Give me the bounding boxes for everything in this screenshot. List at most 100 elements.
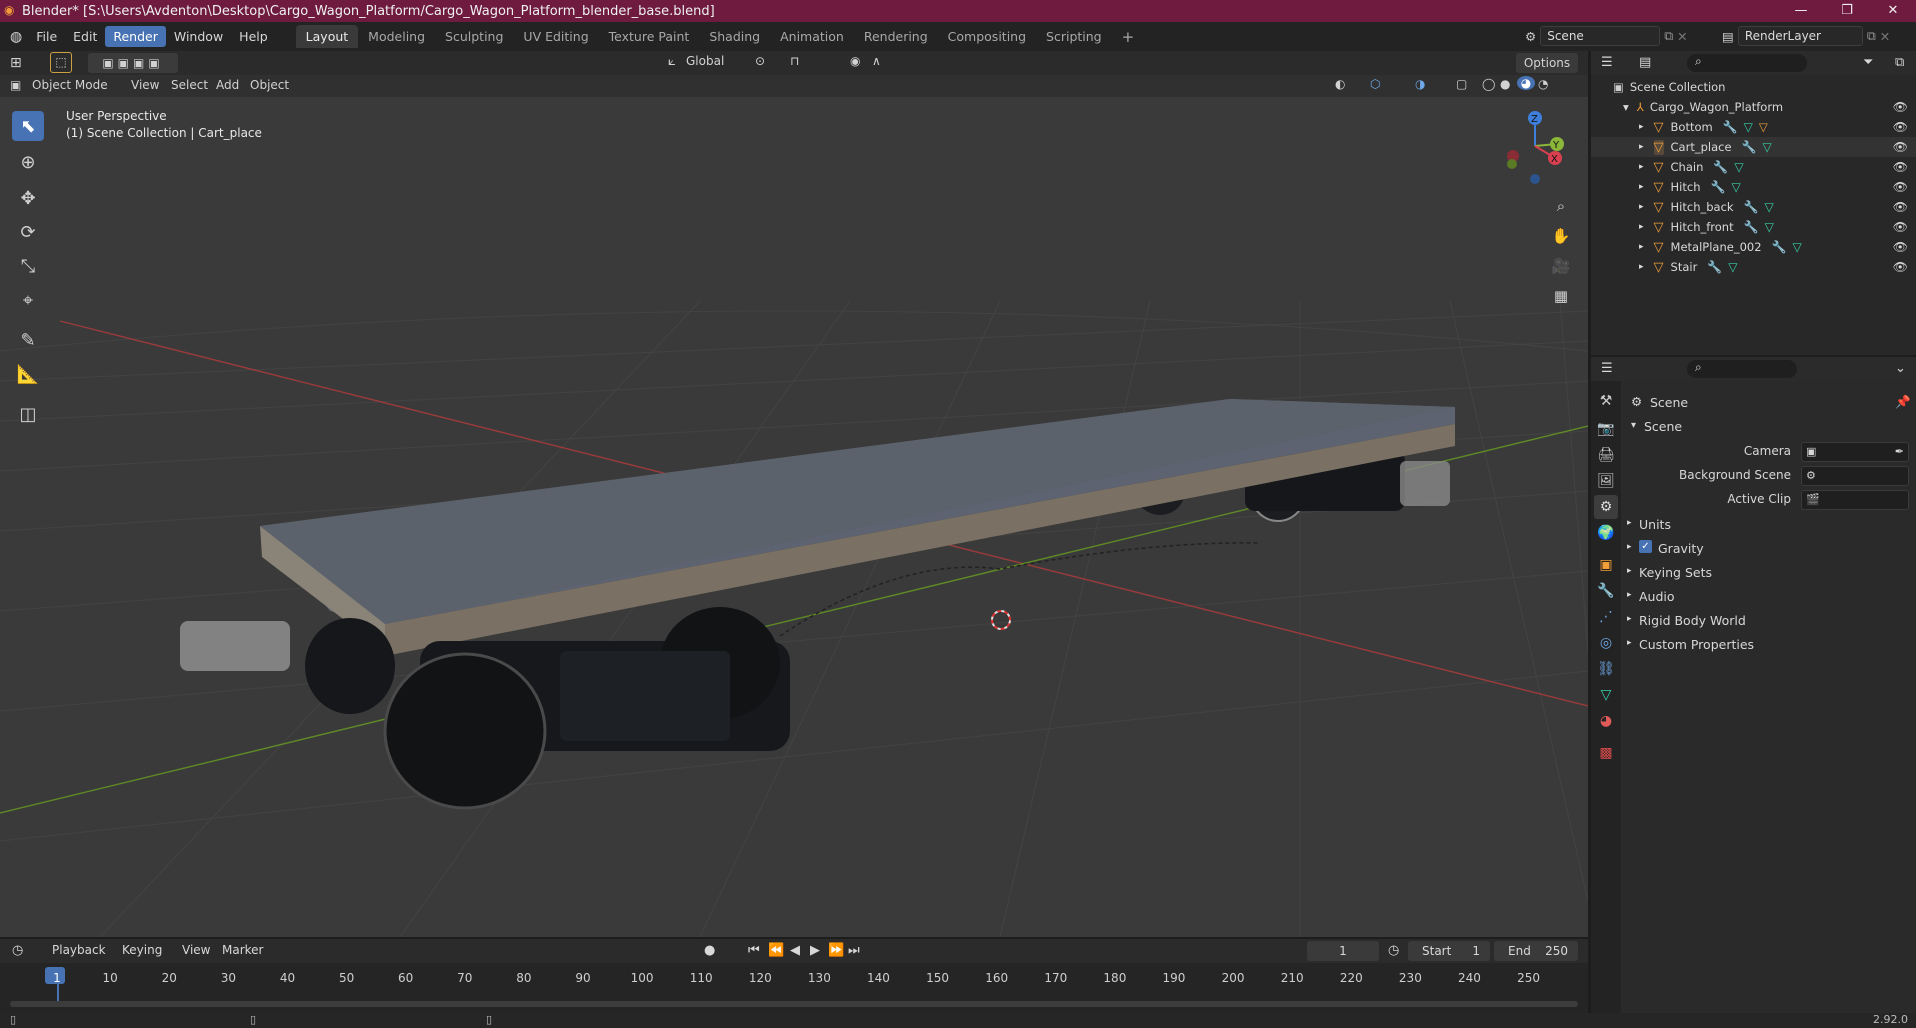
add-workspace-icon[interactable]: + <box>1112 24 1145 50</box>
mesh-data-icon[interactable]: ▽ <box>1765 220 1774 234</box>
modifier-icon[interactable]: 🔧 <box>1711 180 1726 194</box>
background-scene-field[interactable]: ⚙ <box>1801 466 1909 486</box>
visibility-eye-icon[interactable]: 👁 <box>1893 160 1908 174</box>
active-clip-field[interactable]: 🎬 <box>1801 490 1909 510</box>
material-tab-icon[interactable]: ◕ <box>1594 709 1618 733</box>
display-mode-icon[interactable]: ▤ <box>1639 55 1651 70</box>
camera-view-icon[interactable]: 🎥 <box>1548 253 1574 279</box>
outliner-object-row[interactable]: ▸ ▽ Chain 🔧 ▽ 👁 <box>1591 157 1916 177</box>
filter-icon[interactable]: ⏷ <box>1863 55 1873 70</box>
renderlayer-new-icon[interactable]: ⧉ <box>1867 28 1876 44</box>
transform-tool-icon[interactable]: ⌖ <box>12 285 44 315</box>
wireframe-shading-icon[interactable]: ◯ <box>1482 77 1495 91</box>
visibility-eye-icon[interactable]: 👁 <box>1893 200 1908 214</box>
particles-tab-icon[interactable]: ⋰ <box>1594 605 1618 629</box>
outliner-object-row[interactable]: ▸ ▽ Stair 🔧 ▽ 👁 <box>1591 257 1916 277</box>
modifier-icon[interactable]: 🔧 <box>1744 220 1759 234</box>
mesh-data-icon[interactable]: ▽ <box>1728 260 1737 274</box>
snap-icon[interactable]: ⊓ <box>790 54 799 68</box>
cursor-tool-icon[interactable]: ⊕ <box>12 147 44 177</box>
material-icon[interactable]: ▽ <box>1759 120 1768 134</box>
tab-uv-editing[interactable]: UV Editing <box>513 25 598 48</box>
object-mode-dropdown[interactable]: Object Mode <box>32 78 108 92</box>
collapse-arrow-icon[interactable]: ▾ <box>1623 100 1629 114</box>
xray-icon[interactable]: ▢ <box>1456 77 1467 91</box>
menu-edit[interactable]: Edit <box>65 26 105 47</box>
properties-options-icon[interactable]: ⌄ <box>1895 361 1906 376</box>
outliner-collection-row[interactable]: ▾ ⅄ Cargo_Wagon_Platform 👁 <box>1591 97 1916 117</box>
expand-arrow-icon[interactable]: ▸ <box>1639 142 1644 152</box>
mesh-data-icon[interactable]: ▽ <box>1744 120 1753 134</box>
close-button[interactable]: ✕ <box>1870 0 1916 22</box>
solid-shading-icon[interactable]: ● <box>1500 77 1510 91</box>
select-tool-icon[interactable]: ⬉ <box>12 111 44 141</box>
constraints-tab-icon[interactable]: ⛓ <box>1594 657 1618 681</box>
falloff-icon[interactable]: ∧ <box>872 54 881 68</box>
menu-file[interactable]: File <box>28 26 65 47</box>
object-tab-icon[interactable]: ▣ <box>1594 553 1618 577</box>
visibility-eye-icon[interactable]: 👁 <box>1893 120 1908 134</box>
expand-arrow-icon[interactable]: ▸ <box>1627 566 1632 576</box>
modifier-icon[interactable]: 🔧 <box>1723 120 1738 134</box>
new-collection-icon[interactable]: ⧉ <box>1895 55 1904 70</box>
outliner-scene-collection[interactable]: ▣ Scene Collection <box>1591 77 1916 97</box>
scene-icon[interactable]: ⚙ <box>1525 29 1536 44</box>
expand-arrow-icon[interactable]: ▸ <box>1639 162 1644 172</box>
expand-arrow-icon[interactable]: ▸ <box>1627 590 1632 600</box>
pan-hand-icon[interactable]: ✋ <box>1548 223 1574 249</box>
rendered-shading-icon[interactable]: ◔ <box>1538 77 1548 91</box>
3d-viewport[interactable]: ⊞ ⬚ ▣▣▣▣ ⟀ Global ⊙ ⊓ ◉ ∧ Options ▣ Obje… <box>0 51 1588 937</box>
menu-render[interactable]: Render <box>105 26 166 47</box>
outliner-object-row[interactable]: ▸ ▽ Hitch_back 🔧 ▽ 👁 <box>1591 197 1916 217</box>
measure-tool-icon[interactable]: 📐 <box>12 359 44 389</box>
select-box-icon[interactable]: ⬚ <box>50 52 72 73</box>
gizmo-toggle-icon[interactable]: ⬡ <box>1370 77 1380 91</box>
mesh-data-icon[interactable]: ▽ <box>1765 200 1774 214</box>
menu-help[interactable]: Help <box>231 26 276 47</box>
texture-tab-icon[interactable]: ▩ <box>1594 741 1618 765</box>
move-tool-icon[interactable]: ✥ <box>12 183 44 213</box>
expand-arrow-icon[interactable]: ▸ <box>1639 182 1644 192</box>
material-shading-icon[interactable]: ◕ <box>1517 76 1535 90</box>
add-cube-tool-icon[interactable]: ◫ <box>12 399 44 429</box>
scene-new-icon[interactable]: ⧉ <box>1664 28 1673 44</box>
visibility-eye-icon[interactable]: 👁 <box>1893 220 1908 234</box>
world-tab-icon[interactable]: 🌍 <box>1594 521 1618 545</box>
selection-modes[interactable]: ▣▣▣▣ <box>88 53 178 73</box>
mesh-data-icon[interactable]: ▽ <box>1763 140 1772 154</box>
tab-shading[interactable]: Shading <box>699 25 770 48</box>
visibility-icon[interactable]: ◐ <box>1335 77 1345 91</box>
viewport-menu-object[interactable]: Object <box>250 78 289 92</box>
tab-animation[interactable]: Animation <box>770 25 854 48</box>
properties-search-input[interactable]: ⌕ <box>1687 360 1797 378</box>
scale-tool-icon[interactable]: ⤡ <box>12 251 44 281</box>
maximize-button[interactable]: ❐ <box>1824 0 1870 22</box>
overlay-toggle-icon[interactable]: ◑ <box>1415 77 1425 91</box>
outliner-editor-icon[interactable]: ☰ <box>1601 55 1613 70</box>
expand-arrow-icon[interactable]: ▸ <box>1639 242 1644 252</box>
renderlayer-selector[interactable]: RenderLayer <box>1737 26 1863 46</box>
viewport-menu-select[interactable]: Select <box>171 78 208 92</box>
annotate-tool-icon[interactable]: ✎ <box>12 325 44 355</box>
section-units[interactable]: Units <box>1639 517 1671 532</box>
scene-selector[interactable]: Scene <box>1540 26 1661 46</box>
physics-tab-icon[interactable]: ◎ <box>1594 631 1618 655</box>
minimize-button[interactable]: — <box>1778 0 1824 22</box>
modifier-icon[interactable]: 🔧 <box>1713 160 1728 174</box>
modifier-icon[interactable]: 🔧 <box>1744 200 1759 214</box>
menu-window[interactable]: Window <box>166 26 231 47</box>
expand-arrow-icon[interactable]: ▸ <box>1627 638 1632 648</box>
outliner-object-row[interactable]: ▸ ▽ Hitch_front 🔧 ▽ 👁 <box>1591 217 1916 237</box>
visibility-eye-icon[interactable]: 👁 <box>1893 100 1908 114</box>
expand-arrow-icon[interactable]: ▸ <box>1639 202 1644 212</box>
camera-field[interactable]: ▣ ✒ <box>1801 442 1909 462</box>
pin-icon[interactable]: 📌 <box>1895 394 1911 410</box>
visibility-eye-icon[interactable]: 👁 <box>1893 140 1908 154</box>
renderlayer-close-icon[interactable]: ✕ <box>1880 29 1890 44</box>
tab-modeling[interactable]: Modeling <box>358 25 435 48</box>
panel-collapse-arrow-icon[interactable]: ▾ <box>1631 420 1636 431</box>
options-button[interactable]: Options <box>1516 53 1578 73</box>
output-tab-icon[interactable]: 🖨 <box>1594 443 1618 467</box>
expand-arrow-icon[interactable]: ▸ <box>1627 518 1632 528</box>
tab-rendering[interactable]: Rendering <box>854 25 938 48</box>
